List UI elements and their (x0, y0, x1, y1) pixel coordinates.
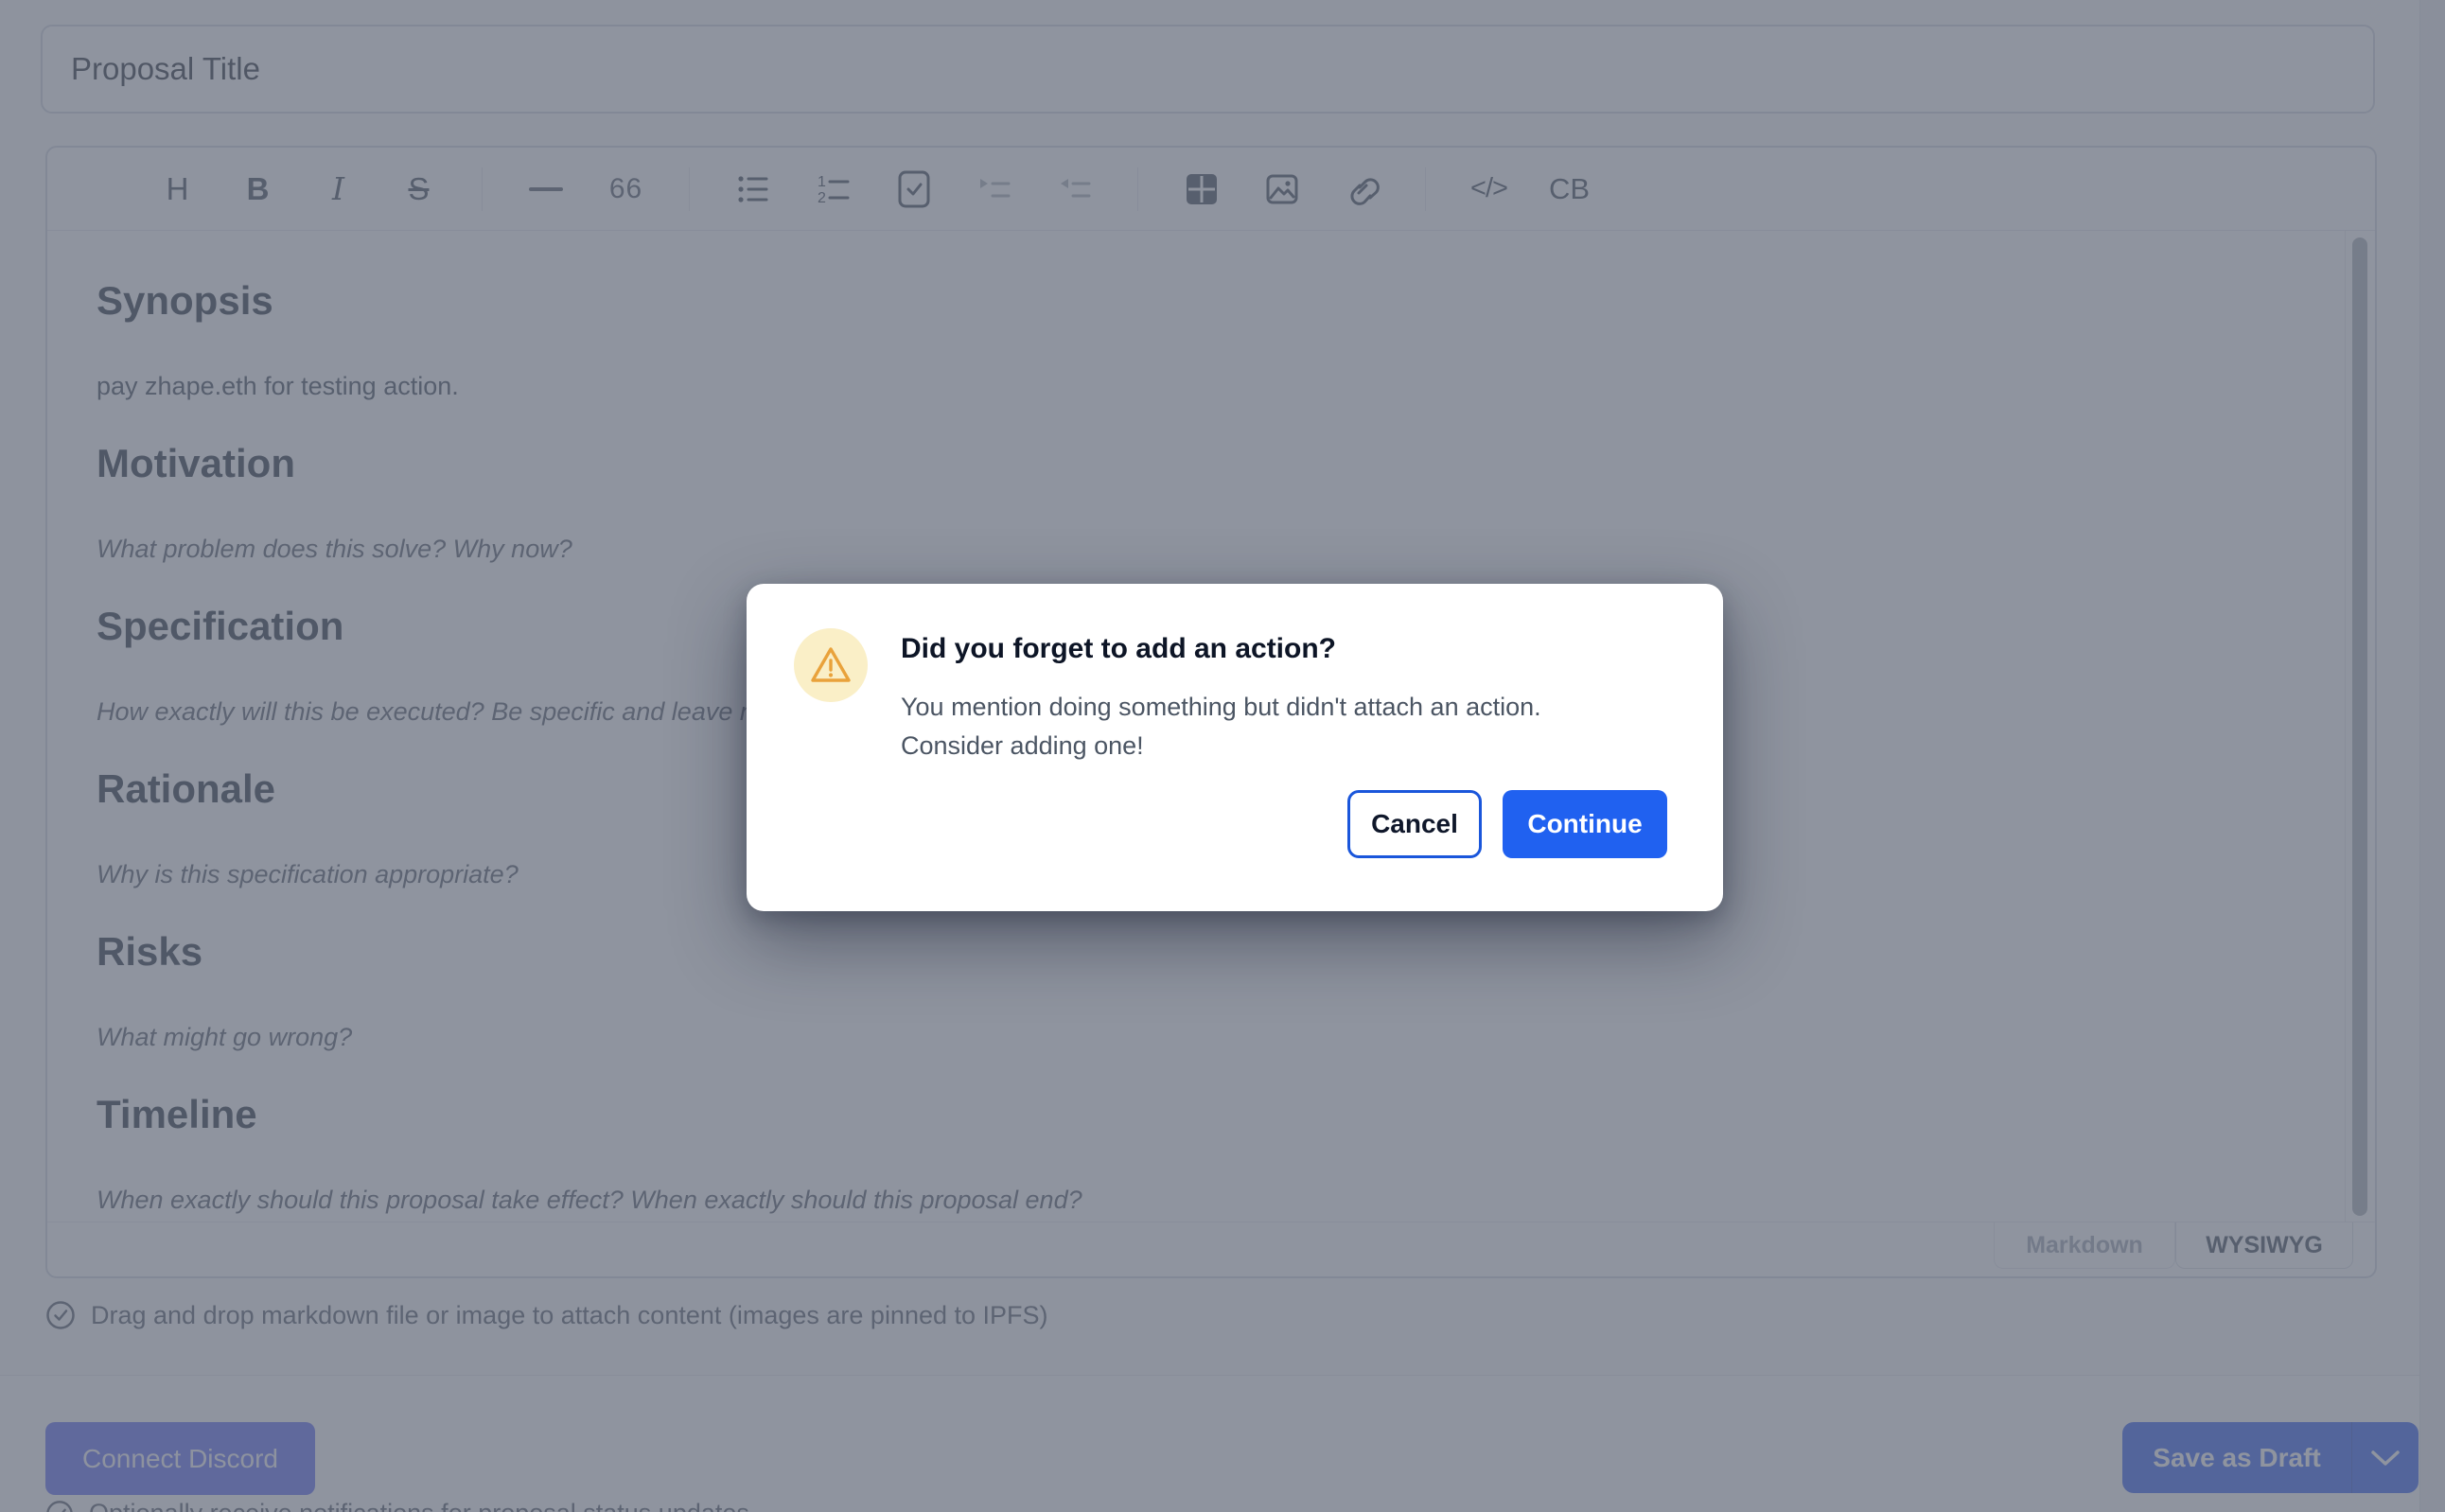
continue-button[interactable]: Continue (1503, 790, 1667, 858)
warning-icon-badge (794, 628, 868, 702)
forgot-action-dialog: Did you forget to add an action? You men… (747, 584, 1723, 911)
cancel-button[interactable]: Cancel (1347, 790, 1482, 858)
dialog-message: You mention doing something but didn't a… (901, 688, 1658, 765)
dialog-message-line2: Consider adding one! (901, 727, 1658, 765)
dialog-actions: Cancel Continue (1347, 790, 1667, 858)
warning-triangle-icon (809, 645, 853, 685)
dialog-title: Did you forget to add an action? (901, 633, 1336, 665)
proposal-editor-screen: H B I S 66 1 (0, 0, 2445, 1512)
dialog-message-line1: You mention doing something but didn't a… (901, 688, 1658, 727)
